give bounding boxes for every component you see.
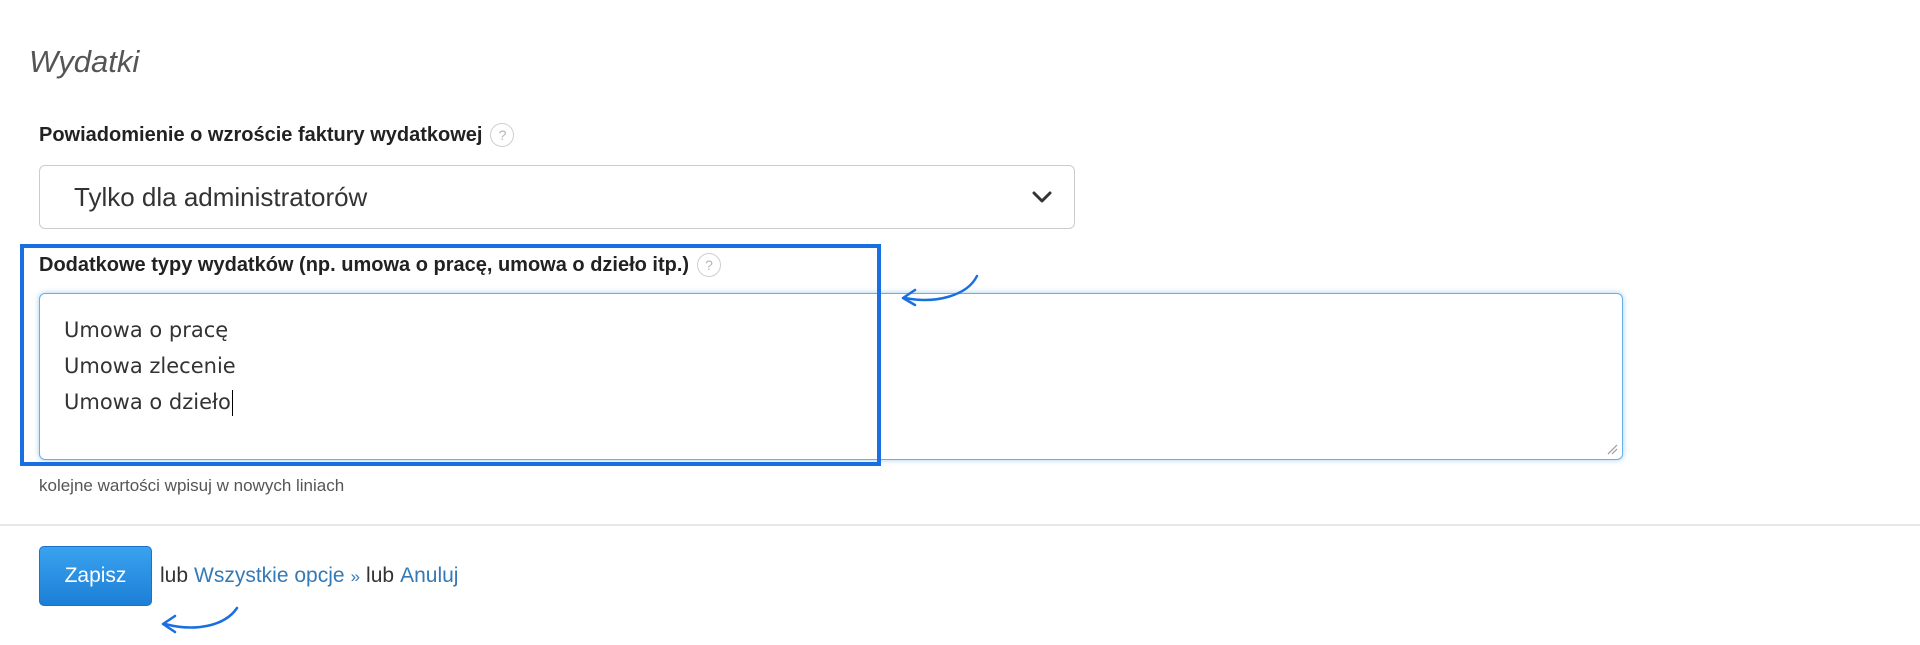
save-button[interactable]: Zapisz [39,546,152,606]
textarea-line-text: Umowa o dzieło [64,390,231,414]
textarea-line-last: Umowa o dzieło [64,384,1598,420]
section-title: Wydatki [29,44,140,79]
or-text: lub [160,564,189,587]
help-icon[interactable]: ? [697,253,722,277]
divider [0,524,1920,526]
all-options-link-text: Wszystkie opcje [194,564,345,587]
expense-types-label: Dodatkowe typy wydatków (np. umowa o pra… [39,253,722,277]
or-text: lub [366,564,395,587]
textarea-line: Umowa o pracę [64,318,229,342]
notification-label-text: Powiadomienie o wzroście faktury wydatko… [39,123,483,146]
resize-handle-icon[interactable] [1606,443,1618,455]
notification-select[interactable]: Tylko dla administratorów [39,165,1075,229]
expense-types-label-text: Dodatkowe typy wydatków (np. umowa o pra… [39,253,690,276]
form-actions: Zapisz lub Wszystkie opcje » lub Anuluj [39,546,458,606]
all-options-link[interactable]: Wszystkie opcje » [194,564,360,588]
text-caret [231,390,234,416]
expense-types-textarea[interactable]: Umowa o pracę Umowa zlecenie Umowa o dzi… [39,293,1623,460]
cancel-link[interactable]: Anuluj [400,564,458,588]
curved-arrow-icon [161,606,239,634]
notification-label: Powiadomienie o wzroście faktury wydatko… [39,123,515,147]
raquo-icon: » [350,567,361,586]
chevron-down-icon [1032,191,1052,203]
help-icon[interactable]: ? [490,123,515,147]
notification-select-value: Tylko dla administratorów [74,181,368,212]
textarea-line: Umowa zlecenie [64,354,236,378]
field-hint: kolejne wartości wpisuj w nowych liniach [39,476,345,495]
